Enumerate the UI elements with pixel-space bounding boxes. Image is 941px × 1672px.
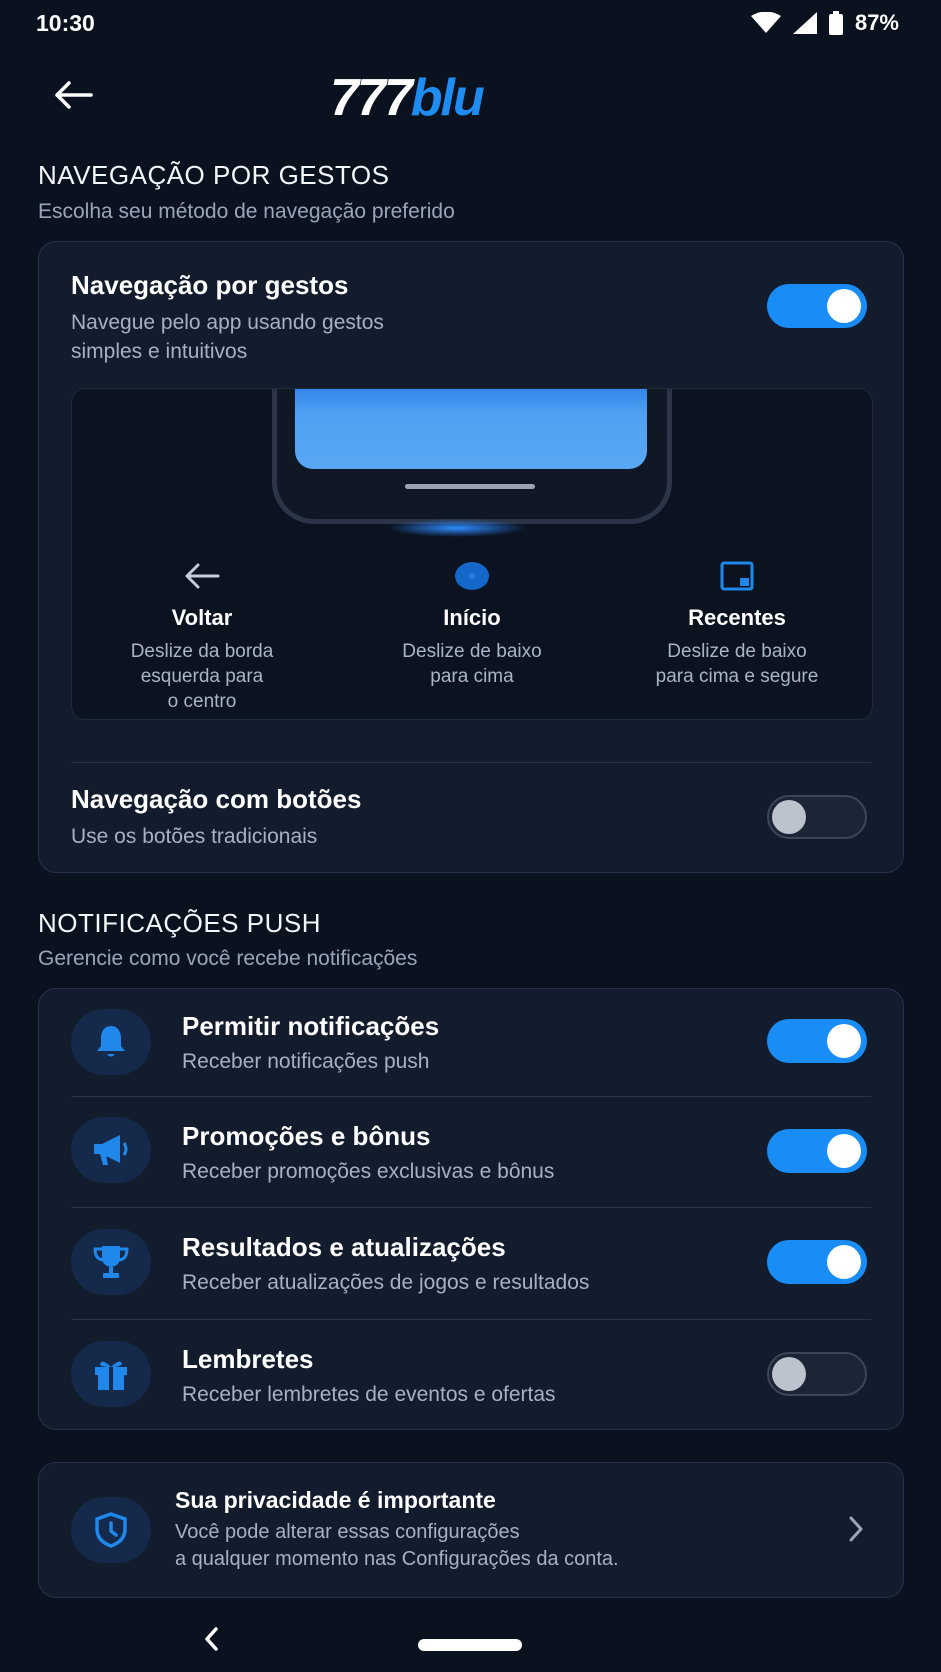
notif-results-title: Resultados e atualizações <box>182 1232 506 1262</box>
arrow-left-icon <box>185 563 220 589</box>
gift-icon <box>95 1361 127 1390</box>
push-section-title: NOTIFICAÇÕES PUSH <box>38 908 321 938</box>
privacy-text: Você pode alterar essas configurações a … <box>175 1521 619 1570</box>
wifi-icon <box>750 12 781 33</box>
divider <box>71 1096 871 1097</box>
privacy-title: Sua privacidade é importante <box>175 1487 496 1513</box>
arrow-left-icon <box>55 81 93 109</box>
gesture-home-label: Início <box>443 605 501 630</box>
battery-icon <box>828 11 843 35</box>
notif-promo-toggle[interactable] <box>767 1129 867 1173</box>
notif-promo-title: Promoções e bônus <box>182 1121 431 1151</box>
push-section-subtitle: Gerencie como você recebe notificações <box>38 947 418 970</box>
gestures-section-title: NAVEGAÇÃO POR GESTOS <box>38 160 390 190</box>
notif-reminders-subtitle: Receber lembretes de eventos e ofertas <box>182 1383 556 1406</box>
phone-illustration <box>272 389 672 524</box>
home-indicator[interactable] <box>418 1639 522 1651</box>
status-time: 10:30 <box>36 10 95 36</box>
notif-promo-subtitle: Receber promoções exclusivas e bônus <box>182 1160 555 1183</box>
gesture-nav-subtitle: Navegue pelo app usando gestos simples e… <box>71 311 384 363</box>
notif-reminders-toggle[interactable] <box>767 1352 867 1396</box>
notifications-card: Permitir notificações Receber notificaçõ… <box>38 988 904 1430</box>
battery-percent: 87% <box>854 10 899 35</box>
signal-icon <box>792 12 817 34</box>
shield-icon <box>95 1512 127 1548</box>
privacy-card[interactable]: Sua privacidade é importante Você pode a… <box>38 1462 904 1598</box>
divider <box>71 762 871 763</box>
notif-results-toggle[interactable] <box>767 1240 867 1284</box>
gesture-recents: Recentes Deslize de baixo para cima e se… <box>607 559 867 689</box>
megaphone-icon <box>94 1135 128 1165</box>
back-button[interactable] <box>48 70 98 120</box>
status-bar: 10:30 87% <box>0 0 941 46</box>
recents-square-icon <box>720 561 754 591</box>
gesture-back-desc: Deslize da borda esquerda para o centro <box>130 641 274 712</box>
divider <box>71 1207 871 1208</box>
notif-allow-title: Permitir notificações <box>182 1011 440 1041</box>
gesture-back: Voltar Deslize da borda esquerda para o … <box>72 559 332 714</box>
status-icons: 87% <box>750 10 899 36</box>
notif-results-subtitle: Receber atualizações de jogos e resultad… <box>182 1271 590 1294</box>
gesture-home-desc: Deslize de baixo para cima <box>402 641 542 687</box>
button-nav-toggle[interactable] <box>767 795 867 839</box>
gesture-recents-label: Recentes <box>688 605 786 630</box>
notif-allow-subtitle: Receber notificações push <box>182 1050 430 1073</box>
system-nav-bar <box>0 1610 941 1672</box>
system-back-button[interactable] <box>200 1624 224 1659</box>
gesture-nav-title: Navegação por gestos <box>71 270 349 300</box>
megaphone-icon-badge <box>71 1117 151 1183</box>
logo-number: 777 <box>330 69 413 127</box>
button-nav-subtitle: Use os botões tradicionais <box>71 825 318 848</box>
trophy-icon <box>93 1246 129 1278</box>
button-nav-title: Navegação com botões <box>71 784 362 814</box>
bell-icon-badge <box>71 1009 151 1075</box>
notif-allow-toggle[interactable] <box>767 1019 867 1063</box>
gesture-back-label: Voltar <box>171 605 233 630</box>
chevron-left-icon <box>205 1627 218 1651</box>
logo-text: blu <box>410 69 485 127</box>
navigation-card: Navegação por gestos Navegue pelo app us… <box>38 241 904 873</box>
notif-reminders-title: Lembretes <box>182 1344 314 1374</box>
dot-icon <box>455 562 489 590</box>
header: 777blu <box>0 50 941 140</box>
gesture-nav-toggle[interactable] <box>767 284 867 328</box>
brand-logo: 777blu <box>330 68 485 128</box>
gift-icon-badge <box>71 1341 151 1407</box>
gesture-home: Início Deslize de baixo para cima <box>342 559 602 689</box>
shield-icon-badge <box>71 1497 151 1563</box>
chevron-right-icon <box>847 1515 865 1548</box>
divider <box>71 1319 871 1320</box>
gestures-section-subtitle: Escolha seu método de navegação preferid… <box>38 200 455 223</box>
trophy-icon-badge <box>71 1229 151 1295</box>
gesture-recents-desc: Deslize de baixo para cima e segure <box>655 641 819 687</box>
bell-icon <box>97 1026 125 1057</box>
gesture-illustration: Voltar Deslize da borda esquerda para o … <box>71 388 873 720</box>
